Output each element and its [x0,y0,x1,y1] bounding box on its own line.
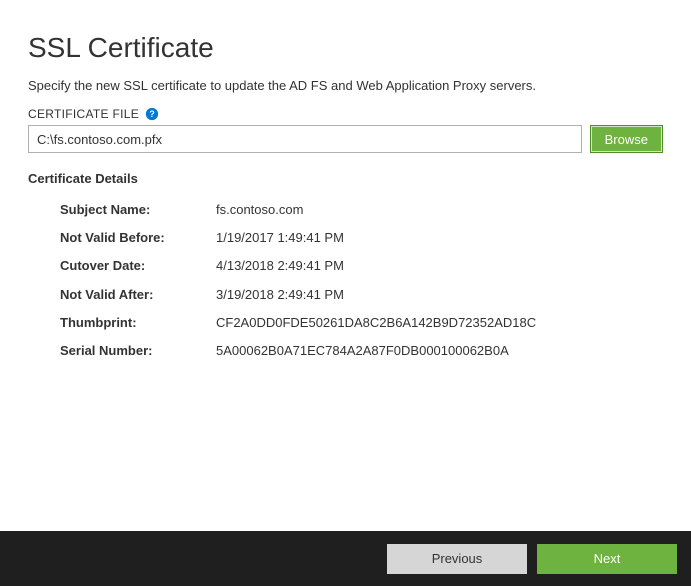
detail-value: 1/19/2017 1:49:41 PM [216,229,663,247]
detail-value: CF2A0DD0FDE50261DA8C2B6A142B9D72352AD18C [216,314,663,332]
detail-label: Serial Number: [60,342,216,360]
certificate-details: Subject Name: fs.contoso.com Not Valid B… [60,196,663,365]
detail-value: 3/19/2018 2:49:41 PM [216,286,663,304]
wizard-footer: Previous Next [0,531,691,586]
detail-row: Not Valid After: 3/19/2018 2:49:41 PM [60,281,663,309]
detail-label: Not Valid Before: [60,229,216,247]
help-icon[interactable]: ? [145,107,159,121]
next-button[interactable]: Next [537,544,677,574]
previous-button[interactable]: Previous [387,544,527,574]
certificate-details-heading: Certificate Details [28,171,663,186]
certificate-file-label: CERTIFICATE FILE [28,107,139,121]
svg-text:?: ? [149,109,154,119]
detail-row: Cutover Date: 4/13/2018 2:49:41 PM [60,252,663,280]
detail-row: Subject Name: fs.contoso.com [60,196,663,224]
page-description: Specify the new SSL certificate to updat… [28,78,663,93]
detail-row: Not Valid Before: 1/19/2017 1:49:41 PM [60,224,663,252]
detail-label: Thumbprint: [60,314,216,332]
detail-value: 4/13/2018 2:49:41 PM [216,257,663,275]
detail-label: Subject Name: [60,201,216,219]
detail-row: Serial Number: 5A00062B0A71EC784A2A87F0D… [60,337,663,365]
detail-label: Not Valid After: [60,286,216,304]
detail-label: Cutover Date: [60,257,216,275]
certificate-file-input[interactable] [28,125,582,153]
detail-value: 5A00062B0A71EC784A2A87F0DB000100062B0A [216,342,663,360]
detail-value: fs.contoso.com [216,201,663,219]
page-title: SSL Certificate [28,32,663,64]
browse-button[interactable]: Browse [590,125,663,153]
detail-row: Thumbprint: CF2A0DD0FDE50261DA8C2B6A142B… [60,309,663,337]
